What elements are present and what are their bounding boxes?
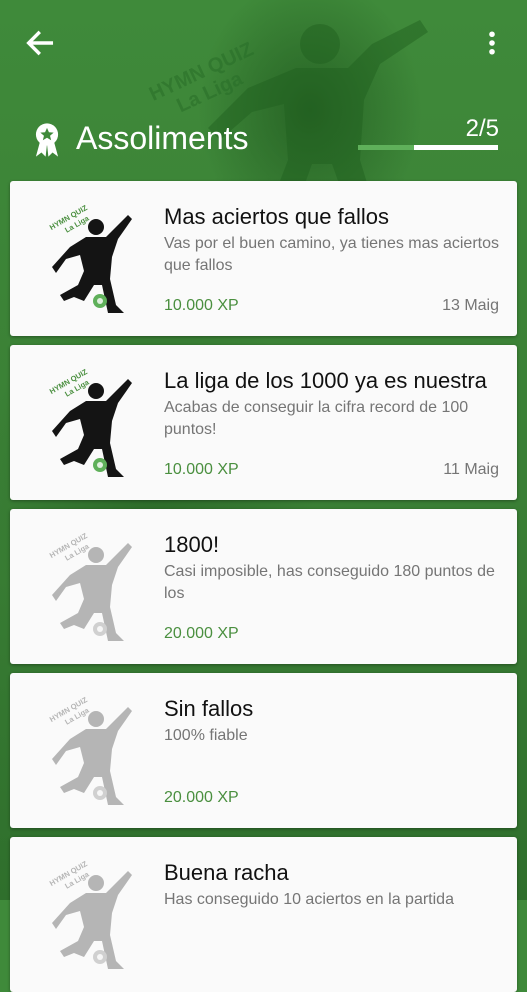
achievement-description: Vas por el buen camino, ya tienes mas ac…	[164, 235, 499, 274]
achievement-xp: 10.000 XP	[164, 297, 239, 314]
achievement-card[interactable]: HYMN QUIZ La Liga Buena racha Has conseg…	[10, 837, 517, 992]
achievement-badge-image: HYMN QUIZ La Liga	[48, 531, 132, 641]
achievement-badge-image: HYMN QUIZ La Liga	[48, 367, 132, 477]
badge-label: HYMN QUIZ La Liga	[48, 859, 91, 891]
badge-coin-icon	[93, 622, 107, 636]
achievement-date: 11 Maig	[443, 461, 499, 478]
achievement-card[interactable]: HYMN QUIZ La Liga Mas aciertos que fallo…	[10, 181, 517, 336]
achievement-title: Mas aciertos que fallos	[164, 204, 389, 229]
more-options-button[interactable]	[478, 28, 506, 58]
badge-label: HYMN QUIZ La Liga	[48, 203, 91, 235]
achievement-title: Sin fallos	[164, 696, 254, 721]
achievement-title: La liga de los 1000 ya es nuestra	[164, 368, 487, 393]
badge-coin-icon	[93, 786, 107, 800]
achievement-description: 100% fiable	[164, 727, 248, 744]
achievement-title: 1800!	[164, 532, 220, 557]
badge-label: HYMN QUIZ La Liga	[48, 531, 91, 563]
achievement-description: Has conseguido 10 aciertos en la partida	[164, 891, 454, 908]
back-button[interactable]	[22, 26, 58, 60]
achievement-card[interactable]: HYMN QUIZ La Liga Sin fallos 100% fiable…	[10, 673, 517, 828]
achievement-card[interactable]: HYMN QUIZ La Liga 1800! Casi imposible, …	[10, 509, 517, 664]
achievement-xp: 20.000 XP	[164, 625, 239, 642]
award-ribbon-icon	[35, 123, 59, 157]
badge-coin-icon	[93, 294, 107, 308]
achievement-badge-image: HYMN QUIZ La Liga	[48, 695, 132, 805]
achievement-badge-image: HYMN QUIZ La Liga	[48, 859, 132, 969]
achievement-xp: 20.000 XP	[164, 789, 239, 806]
progress-bar-fill	[358, 145, 414, 150]
achievement-badge-image: HYMN QUIZ La Liga	[48, 203, 132, 313]
achievement-description: Casi imposible, has conseguido 180 punto…	[164, 563, 495, 602]
top-bar	[0, 0, 527, 86]
progress-bar	[358, 145, 498, 150]
achievement-date: 13 Maig	[442, 297, 499, 314]
badge-coin-icon	[93, 458, 107, 472]
arrow-left-icon	[26, 30, 54, 56]
badge-label: HYMN QUIZ La Liga	[48, 695, 91, 727]
achievement-title: Buena racha	[164, 860, 289, 885]
badge-label: HYMN QUIZ La Liga	[48, 367, 91, 399]
achievements-header: Assoliments 2/5	[0, 112, 527, 172]
more-vertical-icon	[489, 31, 495, 55]
achievement-xp: 10.000 XP	[164, 461, 239, 478]
achievement-description: Acabas de conseguir la cifra record de 1…	[164, 399, 469, 438]
achievement-card[interactable]: HYMN QUIZ La Liga La liga de los 1000 ya…	[10, 345, 517, 500]
badge-coin-icon	[93, 950, 107, 964]
page-title: Assoliments	[76, 120, 249, 156]
progress-count: 2/5	[465, 115, 499, 142]
